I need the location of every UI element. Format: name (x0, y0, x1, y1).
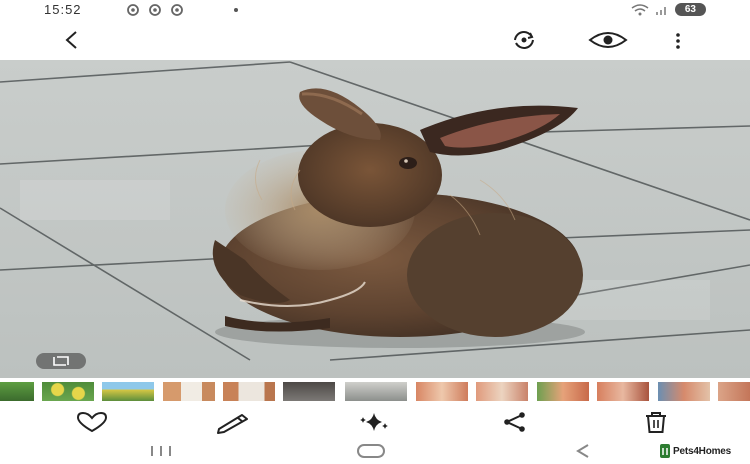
navigation-bar (0, 438, 750, 464)
crop-icon (53, 356, 69, 366)
rotate-icon[interactable] (510, 28, 538, 52)
edit-icon[interactable] (213, 410, 253, 434)
thumbnail[interactable] (102, 382, 154, 401)
thumbnail[interactable] (42, 382, 94, 401)
thumbnail[interactable] (416, 382, 468, 401)
sparkle-icon[interactable] (354, 410, 394, 434)
photo-viewer[interactable] (0, 60, 750, 378)
notification-icon (149, 4, 161, 16)
wifi-icon (631, 3, 649, 15)
system-status: 63 (631, 3, 706, 16)
thumbnail[interactable] (476, 382, 528, 401)
app-bar (0, 20, 750, 60)
thumbnail[interactable] (223, 382, 275, 401)
status-time: 15:52 (44, 2, 82, 17)
action-bar (0, 404, 750, 438)
photo (0, 60, 750, 378)
crop-toggle-button[interactable] (36, 353, 86, 369)
notification-icon (127, 4, 139, 16)
share-icon[interactable] (495, 410, 535, 434)
thumbnail[interactable] (163, 382, 215, 401)
thumbnail[interactable] (718, 382, 750, 401)
eye-icon[interactable] (586, 28, 630, 52)
battery-icon: 63 (674, 3, 706, 16)
thumbnail[interactable] (537, 382, 589, 401)
status-dot (234, 8, 238, 12)
paw-icon (660, 444, 670, 458)
thumbnail[interactable] (658, 382, 710, 401)
notification-icons (126, 3, 184, 17)
thumbnail[interactable] (597, 382, 649, 401)
thumbnail-strip (0, 380, 750, 404)
watermark-text: Pets4Homes (673, 445, 732, 457)
chevron-left-icon[interactable] (60, 28, 84, 52)
more-vertical-icon[interactable] (668, 30, 688, 52)
thumbnail-selected[interactable] (343, 380, 409, 403)
signal-icon (655, 6, 666, 15)
trash-icon[interactable] (636, 410, 676, 434)
status-bar: 15:52 63 (0, 0, 750, 20)
back-icon[interactable] (572, 443, 596, 459)
heart-icon[interactable] (72, 410, 112, 434)
watermark: Pets4Homes (660, 444, 731, 458)
thumbnail[interactable] (0, 382, 34, 401)
recent-apps-icon[interactable] (146, 443, 176, 459)
home-icon[interactable] (354, 443, 388, 459)
notification-icon (171, 4, 183, 16)
thumbnail[interactable] (283, 382, 335, 401)
